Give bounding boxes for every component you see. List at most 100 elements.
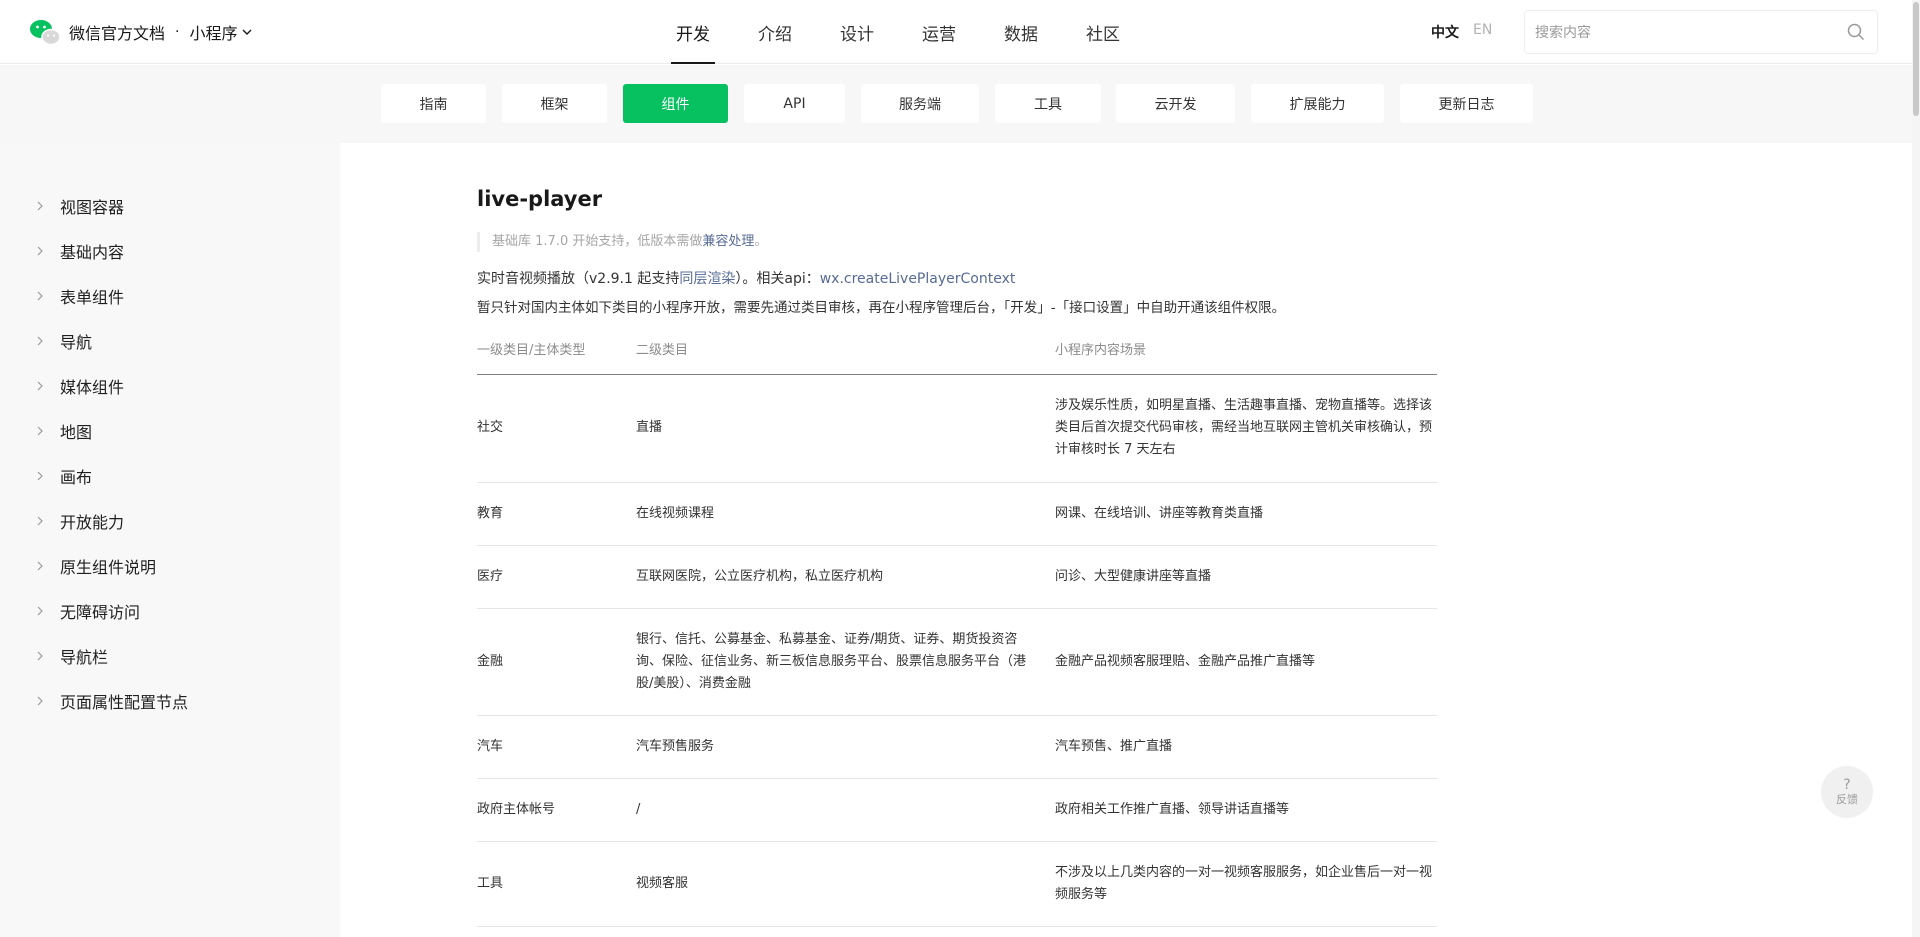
table-cell: / (636, 778, 1055, 842)
chevron-right-icon (37, 426, 43, 436)
sidebar-item-canvas[interactable]: 画布 (36, 464, 92, 488)
table-cell: 汽车 (477, 715, 636, 779)
sidebar: 视图容器 基础内容 表单组件 导航 媒体组件 地图 画布 开放能力 原生组件说明… (0, 143, 340, 937)
brand[interactable]: 微信官方文档 · 小程序 (29, 18, 253, 46)
sub-nav-item-components[interactable]: 组件 (623, 84, 728, 123)
sub-nav: 指南 框架 组件 API 服务端 工具 云开发 扩展能力 更新日志 (0, 65, 1920, 143)
sub-nav-item-cloud[interactable]: 云开发 (1116, 84, 1235, 123)
table-cell: 工具 (477, 841, 636, 927)
sub-nav-item-framework[interactable]: 框架 (502, 84, 607, 123)
sub-nav-item-server[interactable]: 服务端 (861, 84, 979, 123)
table-cell: 汽车预售、推广直播 (1055, 715, 1437, 779)
main-nav-item-community[interactable]: 社区 (1062, 0, 1144, 64)
search-icon[interactable] (1847, 23, 1865, 41)
sub-nav-item-guide[interactable]: 指南 (381, 84, 486, 123)
sidebar-item-basic-content[interactable]: 基础内容 (36, 239, 124, 263)
compat-link[interactable]: 兼容处理 (702, 234, 754, 249)
table-header-cell: 二级类目 (636, 339, 1055, 375)
chevron-right-icon (37, 606, 43, 616)
page-title: live-player (477, 187, 603, 211)
feedback-button[interactable]: ? 反馈 (1821, 766, 1873, 818)
sidebar-item-accessibility[interactable]: 无障碍访问 (36, 599, 140, 623)
sidebar-item-label: 原生组件说明 (60, 558, 157, 577)
sidebar-item-label: 画布 (60, 468, 93, 487)
sidebar-item-navigation-bar[interactable]: 导航栏 (36, 644, 108, 668)
sidebar-item-label: 基础内容 (60, 243, 125, 262)
table-row: 工具 视频客服 不涉及以上几类内容的一对一视频客服服务，如企业售后一对一视频服务… (477, 841, 1437, 927)
table-cell: 问诊、大型健康讲座等直播 (1055, 545, 1437, 609)
sidebar-item-map[interactable]: 地图 (36, 419, 92, 443)
wechat-logo-icon (30, 20, 61, 46)
product-switcher[interactable]: 小程序 (189, 20, 253, 44)
chevron-right-icon (37, 336, 43, 346)
main-nav-item-design[interactable]: 设计 (816, 0, 898, 64)
table-cell: 直播 (636, 374, 1055, 483)
table-cell: 金融 (477, 608, 636, 716)
search-input[interactable] (1525, 11, 1825, 53)
main-nav-item-dev[interactable]: 开发 (652, 0, 734, 64)
chevron-right-icon (37, 291, 43, 301)
sidebar-item-label: 视图容器 (60, 198, 125, 217)
chevron-right-icon (37, 651, 43, 661)
table-cell: 在线视频课程 (636, 482, 1055, 546)
main-nav-item-data[interactable]: 数据 (980, 0, 1062, 64)
question-icon: ? (1843, 777, 1851, 793)
sidebar-item-form[interactable]: 表单组件 (36, 284, 124, 308)
chevron-right-icon (37, 246, 43, 256)
sidebar-item-label: 无障碍访问 (60, 603, 141, 622)
table-cell: 不涉及以上几类内容的一对一视频客服服务，如企业售后一对一视频服务等 (1055, 841, 1437, 927)
notice-suffix: 。 (754, 234, 768, 249)
table-cell: 社交 (477, 374, 636, 483)
sub-nav-item-api[interactable]: API (744, 84, 845, 123)
table-cell: 涉及娱乐性质，如明星直播、生活趣事直播、宠物直播等。选择该类目后首次提交代码审核… (1055, 374, 1437, 483)
brand-title[interactable]: 微信官方文档 (69, 20, 165, 44)
table-header-row: 一级类目/主体类型 二级类目 小程序内容场景 (477, 339, 1437, 375)
table-row: 政府主体帐号 / 政府相关工作推广直播、领导讲话直播等 (477, 778, 1437, 842)
sidebar-item-open-capability[interactable]: 开放能力 (36, 509, 124, 533)
chevron-right-icon (37, 471, 43, 481)
chevron-right-icon (37, 516, 43, 526)
version-notice: 基础库 1.7.0 开始支持，低版本需做兼容处理。 (477, 232, 767, 252)
search-box (1524, 10, 1878, 54)
sidebar-item-page-meta[interactable]: 页面属性配置节点 (36, 689, 188, 713)
language-switcher: 中文 EN (1431, 22, 1492, 42)
chevron-right-icon (37, 381, 43, 391)
notice-text: 基础库 1.7.0 开始支持，低版本需做 (492, 234, 703, 249)
sidebar-item-media[interactable]: 媒体组件 (36, 374, 124, 398)
chevron-down-icon (242, 29, 252, 35)
sidebar-item-label: 导航栏 (60, 648, 109, 667)
sub-nav-item-changelog[interactable]: 更新日志 (1400, 84, 1533, 123)
sub-nav-item-extensions[interactable]: 扩展能力 (1251, 84, 1384, 123)
sub-nav-item-tools[interactable]: 工具 (995, 84, 1101, 123)
main-nav-item-operations[interactable]: 运营 (898, 0, 980, 64)
table-cell: 医疗 (477, 545, 636, 609)
page-scrollbar[interactable] (1912, 0, 1920, 937)
sidebar-item-label: 开放能力 (60, 513, 125, 532)
main-nav-item-intro[interactable]: 介绍 (734, 0, 816, 64)
product-label: 小程序 (189, 24, 238, 43)
table-cell: 教育 (477, 482, 636, 546)
table-header-cell: 小程序内容场景 (1055, 339, 1437, 375)
chevron-right-icon (37, 201, 43, 211)
sidebar-item-label: 页面属性配置节点 (60, 693, 189, 712)
chevron-right-icon (37, 561, 43, 571)
brand-separator: · (175, 24, 180, 40)
sidebar-item-label: 表单组件 (60, 288, 125, 307)
description-line-1: 实时音视频播放（v2.9.1 起支持同层渲染）。相关api：wx.createL… (477, 269, 1015, 289)
sidebar-item-view-container[interactable]: 视图容器 (36, 194, 124, 218)
sidebar-item-navigation[interactable]: 导航 (36, 329, 92, 353)
sidebar-item-native-components[interactable]: 原生组件说明 (36, 554, 156, 578)
feedback-label: 反馈 (1836, 793, 1858, 806)
table-cell: 视频客服 (636, 841, 1055, 927)
scrollbar-thumb[interactable] (1913, 2, 1919, 116)
table-cell: 网课、在线培训、讲座等教育类直播 (1055, 482, 1437, 546)
table-cell: 政府主体帐号 (477, 778, 636, 842)
same-layer-render-link[interactable]: 同层渲染 (679, 271, 735, 287)
desc1-middle: ）。相关api： (735, 271, 820, 287)
api-link[interactable]: wx.createLivePlayerContext (820, 271, 1016, 287)
sidebar-item-label: 导航 (60, 333, 93, 352)
lang-en[interactable]: EN (1473, 22, 1492, 42)
main-nav: 开发 介绍 设计 运营 数据 社区 (652, 0, 1144, 64)
lang-zh[interactable]: 中文 (1431, 22, 1459, 42)
desc1-prefix: 实时音视频播放（v2.9.1 起支持 (477, 271, 680, 287)
